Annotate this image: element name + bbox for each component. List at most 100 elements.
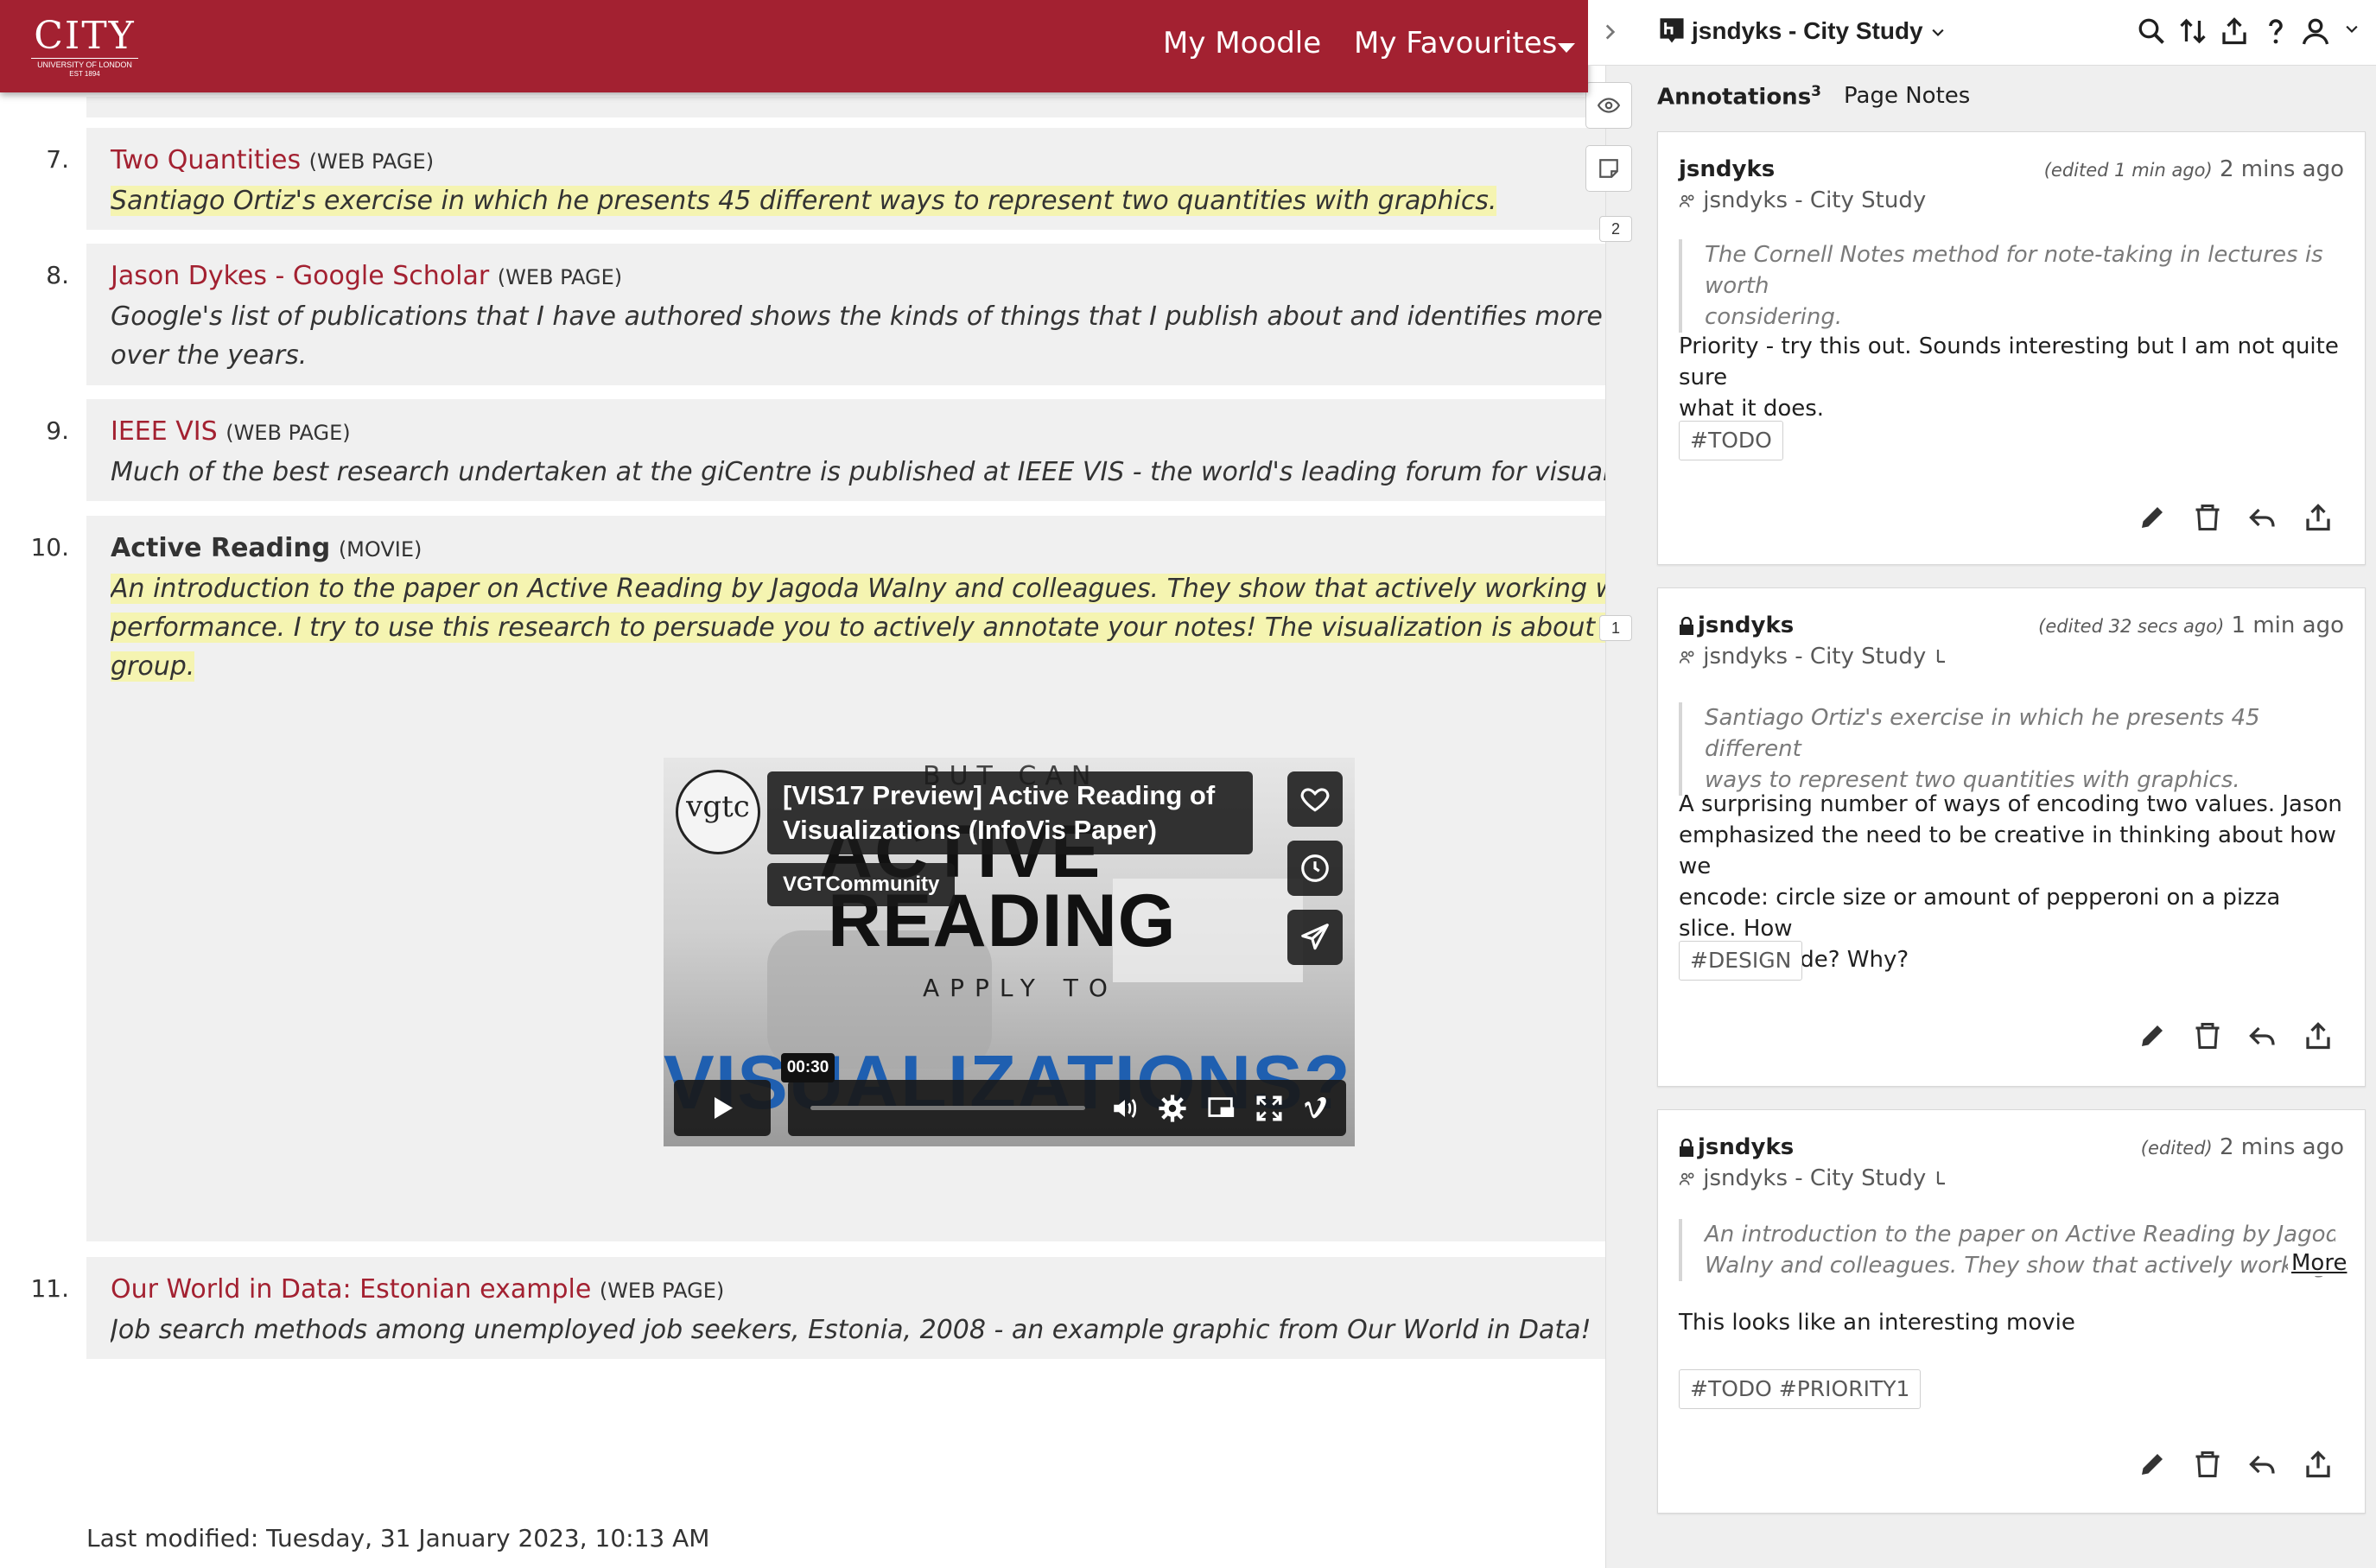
lock-icon [1680, 616, 1693, 635]
reply-icon[interactable] [2247, 1020, 2278, 1055]
annotation-tag[interactable]: #DESIGN [1679, 941, 1803, 981]
item-link[interactable]: Two Quantities [111, 145, 301, 175]
description-line: Job search methods among unemployed job … [111, 1315, 1591, 1345]
eye-icon [1598, 98, 1620, 113]
annotation-quote: Santiago Ortiz's exercise in which he pr… [1679, 702, 2335, 796]
video-title[interactable]: [VIS17 Preview] Active Reading of Visual… [767, 771, 1253, 854]
logo-name: CITY [34, 14, 136, 58]
annotation-group: jsndyks - City Study [1679, 644, 1948, 670]
chevron-down-icon[interactable] [2343, 21, 2360, 42]
caret-down-icon[interactable] [1558, 43, 1575, 53]
nav-my-favourites[interactable]: My Favourites [1354, 26, 1557, 60]
item-link[interactable]: Our World in Data: Estonian example [111, 1274, 591, 1305]
sort-icon[interactable] [2177, 16, 2208, 51]
video-player[interactable]: BUT CAN ACTIVE READING APPLY TO VISUALIZ… [664, 758, 1355, 1146]
edit-pencil-icon[interactable] [2137, 1020, 2168, 1055]
share-button[interactable] [1287, 910, 1343, 965]
annotation-bucket[interactable]: 2 [1599, 216, 1632, 242]
item-title: Jason Dykes - Google Scholar (WEB PAGE) [111, 261, 622, 291]
description-line: Much of the best research undertaken at … [111, 457, 1605, 487]
watch-later-button[interactable] [1287, 841, 1343, 896]
paper-plane-icon [1301, 924, 1329, 950]
settings-gear-icon[interactable] [1158, 1094, 1187, 1127]
quote-more-link[interactable]: More [2288, 1250, 2347, 1276]
tab-page-notes[interactable]: Page Notes [1844, 83, 1970, 109]
private-flag-icon [1937, 1171, 1946, 1184]
volume-icon[interactable] [1109, 1094, 1140, 1127]
annotation-user[interactable]: jsndyks [1679, 613, 1794, 638]
fullscreen-icon[interactable] [1255, 1094, 1284, 1127]
delete-trash-icon[interactable] [2192, 502, 2223, 536]
annotation-tag[interactable]: #TODO #PRIORITY1 [1679, 1369, 1922, 1409]
item-link[interactable]: IEEE VIS [111, 416, 218, 447]
timestamp[interactable]: 1 min ago [2232, 613, 2344, 638]
reply-icon[interactable] [2247, 502, 2278, 536]
annotation-quote: The Cornell Notes method for note-taking… [1679, 239, 2335, 333]
new-page-note-button[interactable] [1585, 145, 1632, 192]
annotation-user[interactable]: jsndyks [1679, 1134, 1794, 1160]
annotation-tag[interactable]: #TODO [1679, 421, 1783, 460]
edit-pencil-icon[interactable] [2137, 1449, 2168, 1483]
body-line: A surprising number of ways of encoding … [1679, 791, 2342, 817]
search-icon[interactable] [2136, 16, 2167, 51]
share-export-icon[interactable] [2303, 1020, 2334, 1055]
quote-line: The Cornell Notes method for note-taking… [1705, 242, 2323, 299]
annotation-user[interactable]: jsndyks [1679, 156, 1775, 182]
annotation-card[interactable]: jsndyks (edited) 2 mins ago jsndyks - Ci… [1657, 1109, 2366, 1514]
highlighted-text[interactable]: Santiago Ortiz's exercise in which he pr… [111, 186, 1497, 216]
delete-trash-icon[interactable] [2192, 1449, 2223, 1483]
quote-line: considering. [1705, 304, 1843, 330]
progress-bar[interactable] [810, 1106, 1085, 1110]
hypothesis-logo-icon[interactable] [1659, 17, 1685, 49]
timestamp[interactable]: 2 mins ago [2220, 156, 2344, 182]
user-name: jsndyks [1698, 1134, 1795, 1160]
vimeo-logo-icon[interactable] [1301, 1094, 1331, 1127]
item-number: 7. [46, 145, 69, 174]
annotation-card[interactable]: jsndyks (edited 1 min ago) 2 mins ago js… [1657, 131, 2366, 565]
group-selector[interactable]: jsndyks - City Study [1692, 17, 1947, 45]
body-line: Priority - try this out. Sounds interest… [1679, 333, 2339, 390]
item-description: Job search methods among unemployed job … [111, 1311, 1605, 1349]
share-export-icon[interactable] [2303, 1449, 2334, 1483]
nav-my-moodle[interactable]: My Moodle [1163, 26, 1321, 60]
timestamp[interactable]: 2 mins ago [2220, 1134, 2344, 1160]
logo-est: EST 1894 [69, 70, 100, 78]
item-link[interactable]: Active Reading [111, 533, 330, 563]
share-export-icon[interactable] [2303, 502, 2334, 536]
user-account-icon[interactable] [2300, 16, 2331, 51]
picture-in-picture-icon[interactable] [1206, 1094, 1237, 1127]
video-channel[interactable]: VGTCommunity [767, 863, 956, 906]
annotation-group: jsndyks - City Study [1679, 187, 1926, 213]
time-tooltip: 00:30 [781, 1053, 835, 1082]
collapse-sidebar-chevron-icon[interactable] [1598, 19, 1621, 49]
play-button[interactable] [674, 1080, 771, 1136]
group-label: jsndyks - City Study [1703, 644, 1927, 670]
help-icon[interactable] [2260, 16, 2291, 51]
like-button[interactable] [1287, 771, 1343, 827]
highlighted-text[interactable]: performance. I try to use this research … [111, 613, 1605, 643]
tab-annotations[interactable]: Annotations3 [1657, 83, 1821, 111]
item-title: Active Reading (MOVIE) [111, 533, 422, 563]
edit-pencil-icon[interactable] [2137, 502, 2168, 536]
body-line: This looks like an interesting movie [1679, 1310, 2075, 1336]
annotation-time: (edited) 2 mins ago [2141, 1134, 2344, 1160]
item-number: 8. [46, 261, 69, 289]
toggle-highlights-button[interactable] [1585, 82, 1632, 129]
highlighted-text[interactable]: An introduction to the paper on Active R… [111, 574, 1605, 604]
share-export-icon[interactable] [2219, 16, 2250, 51]
private-flag-icon [1937, 649, 1946, 663]
video-text-apply: APPLY TO [923, 974, 1118, 1002]
description-line: over the years. [111, 340, 308, 371]
annotation-bucket[interactable]: 1 [1599, 615, 1632, 641]
channel-logo[interactable]: vgtc [676, 770, 760, 854]
city-logo[interactable]: CITY UNIVERSITY OF LONDON EST 1894 [31, 17, 138, 79]
annotation-actions [2137, 1020, 2344, 1055]
highlighted-text[interactable]: group. [111, 651, 195, 682]
last-modified: Last modified: Tuesday, 31 January 2023,… [86, 1524, 710, 1552]
annotation-card[interactable]: jsndyks (edited 32 secs ago) 1 min ago j… [1657, 587, 2366, 1087]
reply-icon[interactable] [2247, 1449, 2278, 1483]
item-link[interactable]: Jason Dykes - Google Scholar [111, 261, 489, 291]
body-line: what it does. [1679, 396, 1825, 422]
delete-trash-icon[interactable] [2192, 1020, 2223, 1055]
tab-label: Annotations [1657, 84, 1812, 111]
